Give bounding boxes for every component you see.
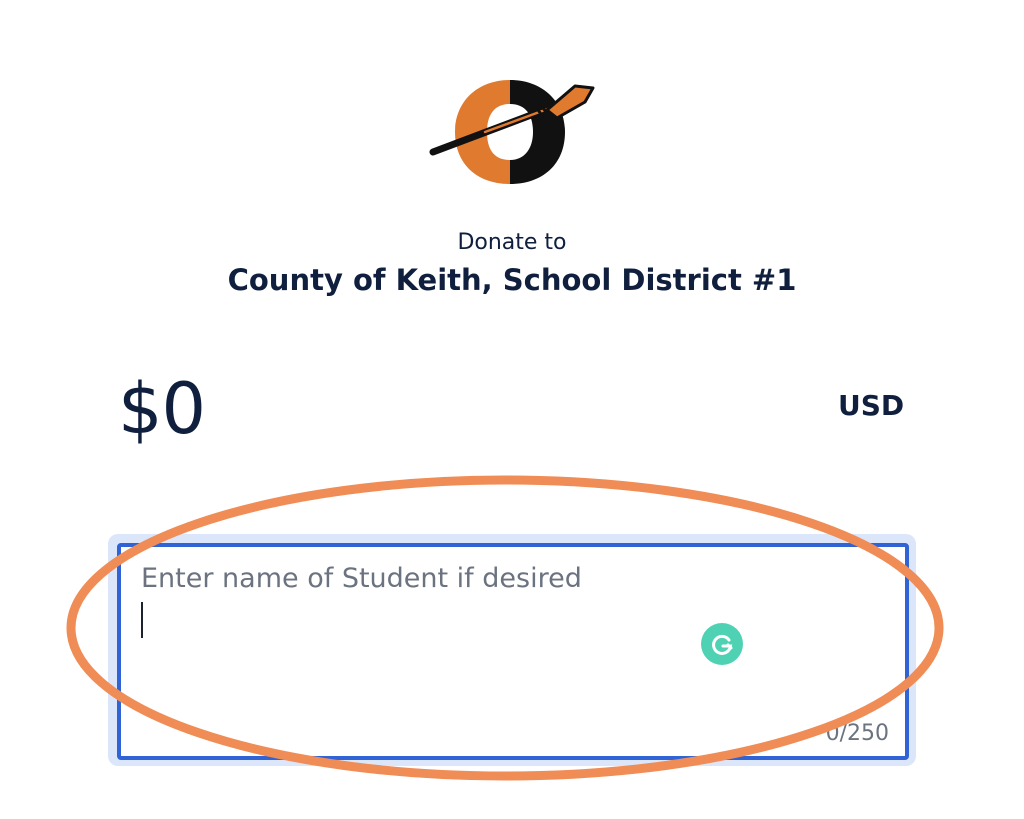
currency-label: USD — [838, 389, 905, 422]
student-name-field[interactable]: Enter name of Student if desired 0/250 — [117, 543, 909, 760]
grammarly-g-icon — [712, 634, 733, 655]
donation-amount[interactable]: $0 — [118, 368, 206, 450]
student-name-placeholder: Enter name of Student if desired — [141, 563, 582, 594]
text-caret — [141, 602, 143, 638]
character-counter: 0/250 — [825, 721, 889, 746]
organization-name: County of Keith, School District #1 — [227, 263, 797, 297]
donate-to-label: Donate to — [457, 230, 567, 255]
district-logo-icon — [429, 80, 595, 184]
grammarly-icon[interactable] — [701, 623, 743, 665]
